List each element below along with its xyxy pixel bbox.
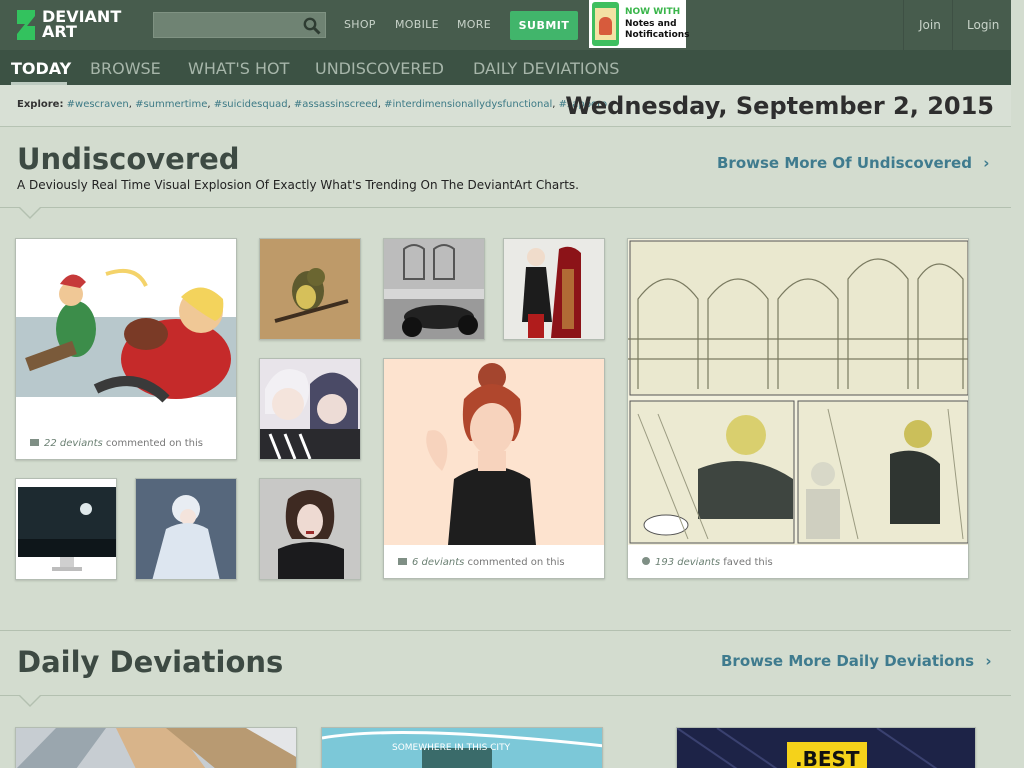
search-icon[interactable] <box>303 17 321 35</box>
comment-icon <box>30 439 39 446</box>
thumbnail-caption: SOMEWHERE IN THIS CITY <box>392 743 511 753</box>
mobile-promo-banner[interactable]: NOW WITH Notes and Notifications <box>589 0 690 48</box>
nav-mobile[interactable]: MOBILE <box>395 18 439 31</box>
card-count[interactable]: 193 deviants <box>655 557 720 568</box>
section-tabs: TODAY BROWSE WHAT'S HOT UNDISCOVERED DAI… <box>0 50 1011 85</box>
search-input[interactable] <box>153 12 326 38</box>
advertisement[interactable]: .BEST <box>676 727 976 768</box>
deviation-thumbnail[interactable] <box>259 478 361 580</box>
section-divider <box>0 695 1011 696</box>
deviation-card[interactable]: 193 deviants faved this <box>627 238 969 579</box>
top-bar: DEVIANT ART SHOP MOBILE MORE SUBMIT NOW … <box>0 0 1011 50</box>
tab-daily-deviations[interactable]: DAILY DEVIATIONS <box>473 59 619 78</box>
logo-word-art: ART <box>42 22 77 41</box>
deviation-thumbnail[interactable] <box>259 358 361 460</box>
explore-tag[interactable]: #suicidesquad <box>214 99 288 110</box>
undiscovered-title: Undiscovered <box>17 142 240 176</box>
card-action: commented on this <box>467 557 565 568</box>
page-date: Wednesday, September 2, 2015 <box>565 92 994 120</box>
browse-more-daily-deviations-link[interactable]: Browse More Daily Deviations › <box>721 652 992 670</box>
tab-today[interactable]: TODAY <box>11 59 71 78</box>
deviation-thumbnail[interactable] <box>384 359 604 545</box>
section-notch-fill <box>19 206 41 217</box>
deviantart-logo-icon <box>17 10 35 40</box>
deviation-thumbnail[interactable] <box>15 478 117 580</box>
tab-whats-hot[interactable]: WHAT'S HOT <box>188 59 289 78</box>
card-count[interactable]: 6 deviants <box>412 557 464 568</box>
chevron-right-icon: › <box>983 154 990 172</box>
join-link[interactable]: Join <box>919 18 941 32</box>
undiscovered-subtitle: A Deviously Real Time Visual Explosion O… <box>17 178 579 192</box>
nav-more[interactable]: MORE <box>457 18 491 31</box>
explore-tag[interactable]: #summertime <box>135 99 207 110</box>
explore-label: Explore: <box>17 99 64 110</box>
card-action: faved this <box>723 557 773 568</box>
deviation-thumbnail[interactable] <box>259 238 361 340</box>
section-notch-fill <box>19 694 41 705</box>
browse-more-label: Browse More Of Undiscovered <box>717 154 972 172</box>
section-divider <box>0 630 1011 631</box>
chevron-right-icon: › <box>985 652 992 670</box>
phone-icon <box>592 2 619 46</box>
promo-line-3: Notifications <box>625 30 690 40</box>
card-stat: 6 deviants commented on this <box>398 557 565 568</box>
browse-more-label: Browse More Daily Deviations <box>721 652 975 670</box>
divider <box>903 0 904 50</box>
deviation-thumbnail[interactable] <box>383 238 485 340</box>
explore-bar: Explore: #wescraven, #summertime, #suici… <box>0 85 1011 127</box>
explore-tags: Explore: #wescraven, #summertime, #suici… <box>17 99 608 110</box>
card-stat: 22 deviants commented on this <box>30 438 203 449</box>
deviation-thumbnail[interactable] <box>503 238 605 340</box>
promo-line-2: Notes and <box>625 19 677 29</box>
tab-browse[interactable]: BROWSE <box>90 59 161 78</box>
deviation-card[interactable]: 22 deviants commented on this <box>15 238 237 460</box>
ad-text: .BEST <box>795 747 860 768</box>
comment-icon <box>398 558 407 565</box>
submit-button[interactable]: SUBMIT <box>510 11 578 40</box>
card-count[interactable]: 22 deviants <box>44 438 103 449</box>
card-action: commented on this <box>105 438 203 449</box>
explore-tag[interactable]: #wescraven <box>67 99 129 110</box>
deviation-thumbnail[interactable] <box>135 478 237 580</box>
star-icon <box>642 557 650 565</box>
browse-more-undiscovered-link[interactable]: Browse More Of Undiscovered › <box>717 154 989 172</box>
login-link[interactable]: Login <box>967 18 999 32</box>
deviation-card[interactable]: 6 deviants commented on this <box>383 358 605 579</box>
tab-undiscovered[interactable]: UNDISCOVERED <box>315 59 444 78</box>
explore-tag[interactable]: #assassinscreed <box>294 99 378 110</box>
deviation-thumbnail[interactable] <box>16 239 236 425</box>
section-divider <box>0 207 1011 208</box>
deviation-thumbnail[interactable] <box>628 239 968 545</box>
explore-tag[interactable]: #interdimensionallydysfunctional <box>384 99 552 110</box>
deviation-thumbnail[interactable] <box>15 727 297 768</box>
daily-deviations-title: Daily Deviations <box>17 645 284 679</box>
divider <box>952 0 953 50</box>
deviation-thumbnail[interactable]: SOMEWHERE IN THIS CITY <box>321 727 603 768</box>
deviantart-logo[interactable]: DEVIANT ART <box>14 9 129 41</box>
promo-line-1: NOW WITH <box>625 7 681 17</box>
card-stat: 193 deviants faved this <box>642 557 773 568</box>
nav-shop[interactable]: SHOP <box>344 18 376 31</box>
